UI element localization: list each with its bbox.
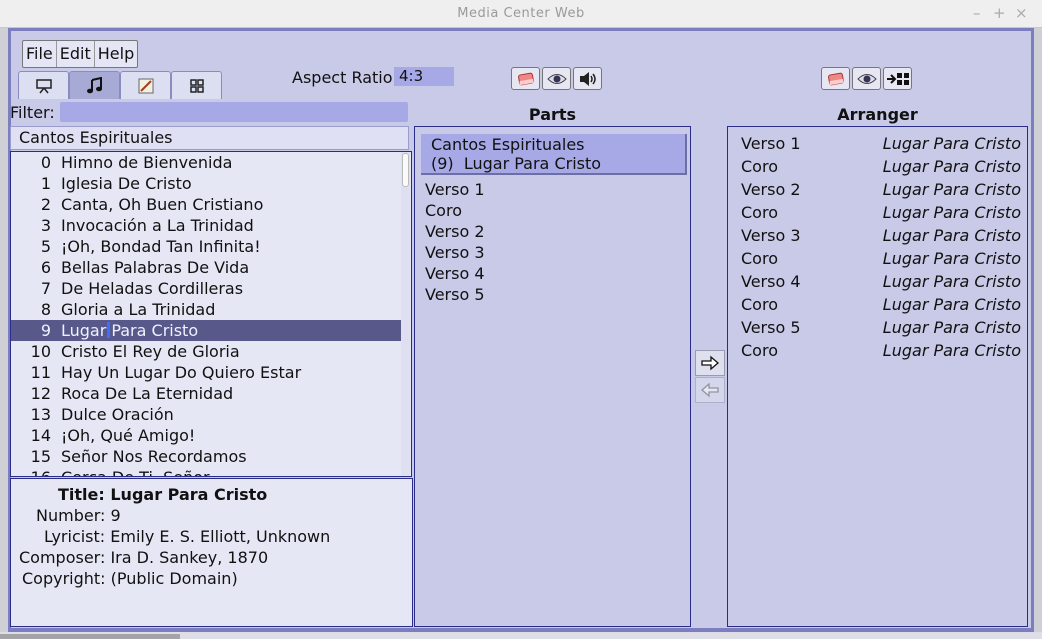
maximize-button[interactable]: +: [993, 4, 1006, 22]
eraser-icon: [827, 72, 844, 85]
list-item[interactable]: 11 Hay Un Lugar Do Quiero Estar: [11, 362, 401, 383]
bottom-strip: [0, 632, 1042, 639]
tab-grid[interactable]: [171, 71, 222, 99]
menu-edit[interactable]: Edit: [57, 41, 95, 67]
list-item[interactable]: Coro Lugar Para Cristo: [741, 201, 1021, 224]
list-item[interactable]: 10 Cristo El Rey de Gloria: [11, 341, 401, 362]
tab-text[interactable]: [120, 71, 171, 99]
scrollbar-thumb[interactable]: [402, 153, 409, 187]
aspect-ratio-label: Aspect Ratio: [292, 68, 393, 87]
parts-toolbar: [511, 67, 602, 90]
arrow-left-icon: [701, 382, 719, 398]
list-item[interactable]: Verso 1 Lugar Para Cristo: [741, 132, 1021, 155]
detail-lyricist: Lyricist: Emily E. S. Elliott, Unknown: [44, 527, 331, 546]
parts-list: Verso 1 Coro Verso 2 Verso 3 Verso 4 Ver…: [425, 179, 485, 305]
list-item[interactable]: Verso 5 Lugar Para Cristo: [741, 316, 1021, 339]
arranger-toolbar: [821, 67, 912, 90]
list-item[interactable]: Verso 2: [425, 221, 485, 242]
list-item[interactable]: 8 Gloria a La Trinidad: [11, 299, 401, 320]
list-item[interactable]: 2 Canta, Oh Buen Cristiano: [11, 194, 401, 215]
list-item[interactable]: Verso 4: [425, 263, 485, 284]
music-note-icon: [86, 76, 102, 93]
list-item[interactable]: Verso 1: [425, 179, 485, 200]
list-item[interactable]: Coro: [425, 200, 485, 221]
list-item[interactable]: 13 Dulce Oración: [11, 404, 401, 425]
list-item[interactable]: Verso 5: [425, 284, 485, 305]
list-item[interactable]: 1 Iglesia De Cristo: [11, 173, 401, 194]
preview-button[interactable]: [542, 67, 571, 90]
menu-bar: File Edit Help: [22, 40, 139, 68]
menu-help[interactable]: Help: [95, 41, 137, 67]
list-item[interactable]: Coro Lugar Para Cristo: [741, 155, 1021, 178]
remove-from-arranger-button[interactable]: [695, 377, 725, 403]
list-item[interactable]: 7 De Heladas Cordilleras: [11, 278, 401, 299]
list-item-selected[interactable]: 9 Lugar Para Cristo: [11, 320, 401, 341]
eraser-icon: [517, 72, 534, 85]
list-item[interactable]: Coro Lugar Para Cristo: [741, 247, 1021, 270]
arranger-title: Arranger: [837, 105, 918, 124]
clear-arranger-button[interactable]: [821, 67, 850, 90]
list-item[interactable]: Verso 4 Lugar Para Cristo: [741, 270, 1021, 293]
category-selector[interactable]: Cantos Espirituales: [10, 126, 409, 150]
arranger-pane: Verso 1 Lugar Para Cristo Coro Lugar Para …: [727, 126, 1028, 627]
parts-song-header: Cantos Espirituales (9) Lugar Para Crist…: [421, 134, 687, 175]
list-item[interactable]: Coro Lugar Para Cristo: [741, 293, 1021, 316]
window-titlebar: Media Center Web – + ×: [0, 0, 1042, 28]
grid-icon: [189, 78, 204, 93]
tab-presentation[interactable]: [18, 71, 69, 99]
filter-label: Filter:: [10, 103, 55, 122]
send-to-grid-button[interactable]: [883, 67, 912, 90]
list-item[interactable]: Verso 2 Lugar Para Cristo: [741, 178, 1021, 201]
list-item[interactable]: 16Cerca De Ti, Señor: [11, 467, 401, 476]
song-list[interactable]: 0 Himno de Bienvenida 1 Iglesia De Cristo …: [10, 151, 412, 477]
list-item[interactable]: Verso 3 Lugar Para Cristo: [741, 224, 1021, 247]
parts-pane: Cantos Espirituales (9) Lugar Para Crist…: [414, 126, 691, 627]
filter-input[interactable]: [60, 102, 408, 122]
edit-text-icon: [138, 78, 153, 93]
clear-preview-button[interactable]: [511, 67, 540, 90]
list-item[interactable]: 6 Bellas Palabras De Vida: [11, 257, 401, 278]
detail-number: Number: 9: [36, 506, 121, 525]
arrow-right-icon: [701, 355, 719, 371]
song-details: Title: Lugar Para Cristo Number: 9 Lyric…: [10, 478, 413, 627]
detail-title: Title: Lugar Para Cristo: [58, 485, 268, 504]
detail-composer: Composer: Ira D. Sankey, 1870: [19, 548, 269, 567]
mode-tabs: [18, 71, 222, 99]
detail-copyright: Copyright: (Public Domain): [22, 569, 238, 588]
list-item[interactable]: 3 Invocación a La Trinidad: [11, 215, 401, 236]
minimize-button[interactable]: –: [973, 4, 981, 22]
close-button[interactable]: ×: [1015, 4, 1028, 22]
list-item[interactable]: 0 Himno de Bienvenida: [11, 152, 401, 173]
list-item[interactable]: Coro Lugar Para Cristo: [741, 339, 1021, 362]
add-to-arranger-button[interactable]: [695, 350, 725, 376]
tab-songs[interactable]: [69, 71, 120, 99]
list-item[interactable]: Verso 3: [425, 242, 485, 263]
aspect-ratio-select[interactable]: 4:3: [394, 67, 454, 86]
list-item[interactable]: 14 ¡Oh, Qué Amigo!: [11, 425, 401, 446]
window-title: Media Center Web: [457, 6, 585, 21]
audio-button[interactable]: [573, 67, 602, 90]
presentation-icon: [35, 78, 52, 93]
list-item[interactable]: 15 Señor Nos Recordamos: [11, 446, 401, 467]
text-cursor: [107, 322, 111, 338]
menu-file[interactable]: File: [23, 41, 57, 67]
preview-arranger-button[interactable]: [852, 67, 881, 90]
parts-title: Parts: [528, 105, 577, 124]
eye-icon: [546, 73, 567, 84]
speaker-icon: [579, 71, 596, 86]
list-item[interactable]: 12 Roca De La Eternidad: [11, 383, 401, 404]
list-item[interactable]: 5 ¡Oh, Bondad Tan Infinita!: [11, 236, 401, 257]
transfer-buttons: [695, 350, 725, 404]
song-list-scrollbar[interactable]: [401, 152, 410, 476]
eye-icon: [856, 73, 877, 84]
send-to-grid-icon: [886, 72, 909, 85]
